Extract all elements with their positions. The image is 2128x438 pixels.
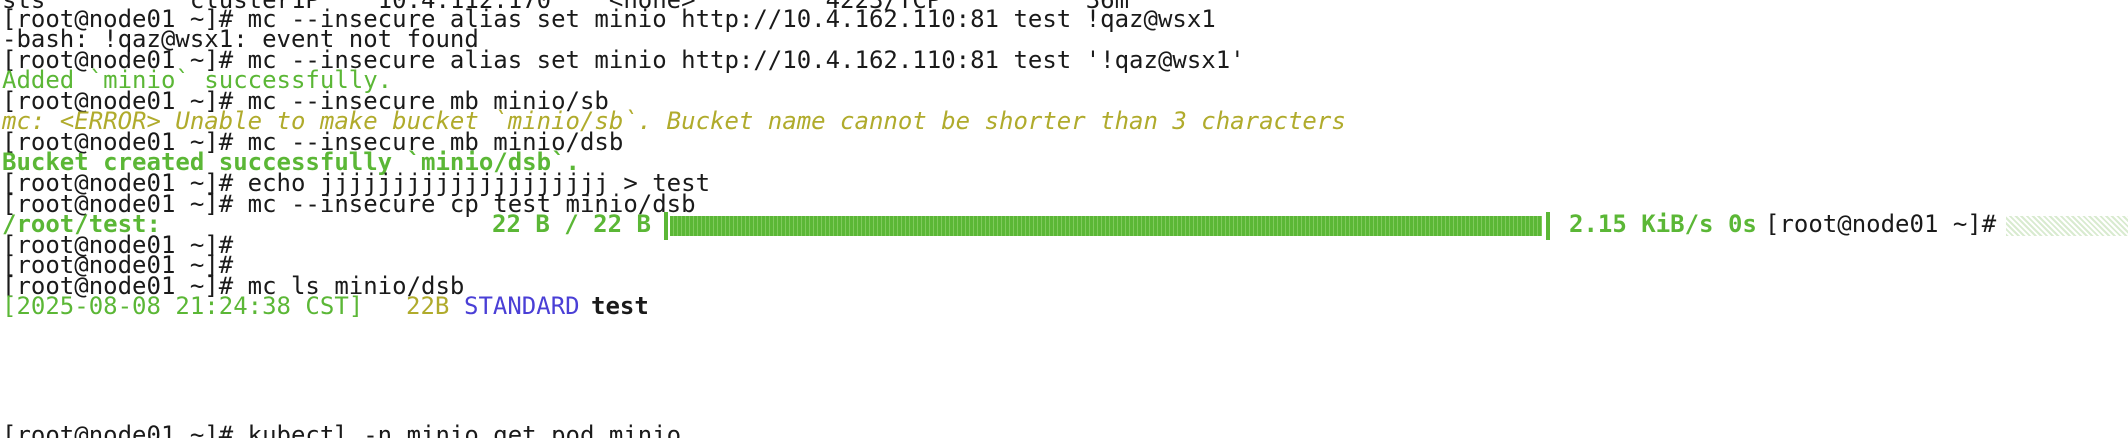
progress-speed: 2.15 KiB/s 0s bbox=[1569, 210, 1757, 238]
progress-bar-fill bbox=[670, 216, 1542, 236]
inline-prompt: [root@node01 ~]# bbox=[1765, 210, 1997, 238]
terminal-window[interactable]: sts cluster1P 10.4.112.170 <none> 4223/T… bbox=[0, 0, 2128, 438]
ghost-progress-artifact bbox=[2006, 216, 2128, 236]
listing-storage-class: STANDARD bbox=[464, 292, 580, 320]
progress-bar bbox=[664, 212, 1550, 240]
progress-size: 22 B / 22 B bbox=[492, 210, 651, 238]
listing-size: 22B bbox=[406, 292, 450, 320]
listing-timestamp: [2025-08-08 21:24:38 CST] bbox=[2, 292, 364, 320]
progress-bar-left-edge bbox=[664, 212, 668, 240]
listing-object-name: test bbox=[591, 292, 649, 320]
progress-bar-right-edge bbox=[1546, 212, 1550, 240]
partial-command-line: [root@node01 ~]# kubectl -n minio get po… bbox=[2, 421, 682, 438]
